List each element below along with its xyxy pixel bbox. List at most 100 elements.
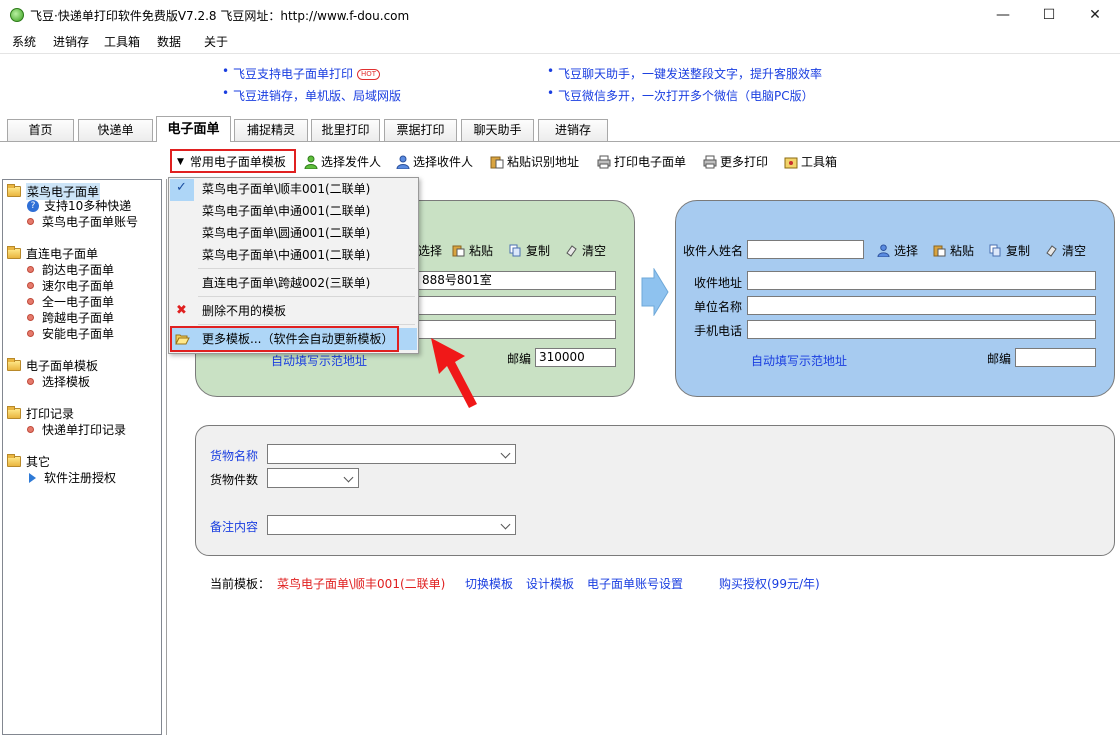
tab-receipt-print[interactable]: 票据打印 [384,119,457,141]
print-eorder-button[interactable]: 打印电子面单 [597,153,686,170]
goods-name-combo[interactable] [267,444,516,464]
dropdown-item-delete[interactable]: 删除不用的模板 [169,300,418,322]
select-sender-button[interactable]: 选择发件人 [304,153,381,170]
menu-about[interactable]: 关于 [204,33,228,50]
sender-paste-button[interactable]: 粘贴 [452,242,493,259]
more-print-button[interactable]: 更多打印 [703,153,768,170]
user-green-icon [304,155,318,169]
tree-leaf[interactable]: 软件注册授权 [27,469,116,486]
copy-icon [509,244,522,257]
sender-zip-field[interactable]: 310000 [535,348,616,367]
minimize-button[interactable]: — [980,0,1026,30]
template-dropdown-button[interactable]: ▼ 常用电子面单模板 [177,153,286,170]
toolbox-label: 工具箱 [801,155,838,169]
tab-chat-assistant[interactable]: 聊天助手 [461,119,534,141]
tree-leaf[interactable]: 全一电子面单 [27,293,114,310]
sender-select-button[interactable]: 选择 [418,242,442,259]
sender-copy-button[interactable]: 复制 [509,242,550,259]
template-dropdown-label: 常用电子面单模板 [189,155,286,169]
paste-icon [490,155,504,169]
sender-autofill-link[interactable]: 自动填写示范地址 [271,352,367,369]
receiver-address-label: 收件地址 [694,276,743,290]
tree-leaf[interactable]: ? 支持10多种快递 [27,197,131,214]
folder-icon [7,406,21,419]
receiver-paste-button[interactable]: 粘贴 [933,242,974,259]
tree-folder[interactable]: 电子面单模板 [7,357,98,374]
tree-folder[interactable]: 打印记录 [7,405,74,422]
receiver-clear-button[interactable]: 清空 [1045,242,1086,259]
close-button[interactable]: ✕ [1072,0,1118,30]
promo-link-eorder[interactable]: 飞豆支持电子面单打印 HOT [233,65,381,82]
folder-icon [7,246,21,259]
chevron-down-icon [343,472,354,483]
tab-express[interactable]: 快递单 [78,119,153,141]
tab-capture[interactable]: 捕捉精灵 [234,119,308,141]
sender-address-field[interactable]: 888号801室 [418,271,616,290]
design-template-link[interactable]: 设计模板 [526,575,574,592]
dropdown-item-zto[interactable]: 菜鸟电子面单\中通001(二联单) [169,244,418,266]
chevron-down-icon [500,448,511,459]
receiver-copy-button[interactable]: 复制 [989,242,1030,259]
tree-leaf[interactable]: 快递单打印记录 [27,421,126,438]
tree-leaf[interactable]: 跨越电子面单 [27,309,114,326]
copy-icon [989,244,1002,257]
sender-clear-button[interactable]: 清空 [565,242,606,259]
tab-batch-print[interactable]: 批里打印 [311,119,380,141]
bullet-icon [27,298,34,305]
switch-template-link[interactable]: 切换模板 [465,575,513,592]
promo-link-wechat[interactable]: 飞豆微信多开，一次打开多个微信（电脑PC版） [558,87,814,104]
user-blue-icon [396,155,410,169]
receiver-address-field[interactable] [747,271,1096,290]
menu-data[interactable]: 数据 [157,33,181,50]
eraser-icon [565,244,578,257]
goods-count-combo[interactable] [267,468,359,488]
dropdown-item-sto[interactable]: 菜鸟电子面单\申通001(二联单) [169,200,418,222]
receiver-phone-field[interactable] [747,320,1096,339]
tab-inventory[interactable]: 进销存 [538,119,608,141]
promo-link-chat[interactable]: 飞豆聊天助手，一键发送整段文字，提升客服效率 [558,65,822,82]
tree-leaf[interactable]: 安能电子面单 [27,325,114,342]
receiver-paste-label: 粘贴 [950,244,975,258]
select-receiver-button[interactable]: 选择收件人 [396,153,473,170]
receiver-zip-field[interactable] [1015,348,1096,367]
dropdown-item-yto[interactable]: 菜鸟电子面单\圆通001(二联单) [169,222,418,244]
receiver-select-button[interactable]: 选择 [877,242,918,259]
promo-link-inventory[interactable]: 飞豆进销存，单机版、局域网版 [233,87,401,104]
folder-icon [7,454,21,467]
goods-name-label[interactable]: 货物名称 [210,447,258,464]
buy-license-link[interactable]: 购买授权(99元/年) [719,575,820,592]
panel-divider [166,179,167,735]
app-window: 飞豆·快递单打印软件免费版V7.2.8 飞豆网址：http://www.f-do… [0,0,1120,735]
dropdown-item-more[interactable]: 更多模板...（软件会自动更新模板） [169,328,418,350]
tree-folder[interactable]: 直连电子面单 [7,245,98,262]
maximize-button[interactable]: ☐ [1026,0,1072,30]
eorder-account-link[interactable]: 电子面单账号设置 [587,575,683,592]
menu-system[interactable]: 系统 [12,33,36,50]
tree-leaf-label: 安能电子面单 [42,327,115,341]
tree-leaf[interactable]: 韵达电子面单 [27,261,114,278]
receiver-clear-label: 清空 [1062,244,1087,258]
tree-leaf[interactable]: 速尔电子面单 [27,277,114,294]
tree-folder[interactable]: 其它 [7,453,50,470]
paste-address-button[interactable]: 粘贴识别地址 [490,153,579,170]
dropdown-item-sf[interactable]: 菜鸟电子面单\顺丰001(二联单) [169,178,418,200]
receiver-company-field[interactable] [747,296,1096,315]
menu-toolbox[interactable]: 工具箱 [104,33,140,50]
menu-inventory[interactable]: 进销存 [53,33,89,50]
remark-label[interactable]: 备注内容 [210,518,258,535]
remark-combo[interactable] [267,515,516,535]
paste-address-label: 粘贴识别地址 [507,155,580,169]
toolbox-button[interactable]: 工具箱 [784,153,837,170]
bullet-icon [27,330,34,337]
user-blue-icon [877,244,890,258]
tab-eorder[interactable]: 电子面单 [156,116,231,142]
menu-separator [198,268,415,269]
tree-leaf[interactable]: 选择模板 [27,373,90,390]
tab-home[interactable]: 首页 [7,119,74,141]
receiver-name-field[interactable] [747,240,864,259]
dropdown-item-kuayue[interactable]: 直连电子面单\跨越002(三联单) [169,272,418,294]
tree-leaf-label: 全一电子面单 [42,295,115,309]
sender-company-field[interactable] [418,296,616,315]
tree-leaf[interactable]: 菜鸟电子面单账号 [27,213,138,230]
receiver-autofill-link[interactable]: 自动填写示范地址 [751,352,847,369]
